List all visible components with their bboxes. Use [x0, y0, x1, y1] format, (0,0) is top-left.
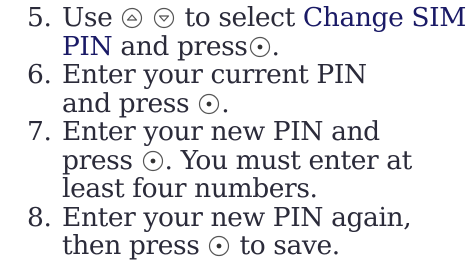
nav-center-icon: [198, 93, 220, 115]
nav-center-icon: [249, 36, 271, 58]
step-7: 7. Enter your new PIN and press . You mu…: [27, 116, 467, 204]
step-text: Enter your new PIN again,: [62, 201, 412, 233]
step-6: 6. Enter your current PIN and press .: [27, 59, 467, 119]
step-text: Use: [62, 2, 113, 33]
step-text: to save.: [239, 230, 340, 261]
nav-center-icon: [208, 235, 230, 257]
step-text: .: [271, 30, 280, 62]
step-text: Enter your new PIN and: [62, 116, 380, 147]
instruction-steps: 5. Use to select Change SIM PIN and pres…: [27, 2, 467, 261]
step-number: 7.: [27, 116, 52, 147]
step-text: .: [221, 87, 230, 119]
step-text: press: [62, 144, 133, 176]
step-text: and press: [120, 30, 248, 62]
step-number: 6.: [27, 59, 52, 90]
nav-up-icon: [121, 7, 143, 29]
step-number: 5.: [27, 2, 52, 33]
nav-center-icon: [142, 150, 164, 172]
step-number: 8.: [27, 201, 52, 233]
nav-down-icon: [153, 7, 175, 29]
step-text: Enter your current PIN: [62, 59, 367, 90]
step-5: 5. Use to select Change SIM PIN and pres…: [27, 2, 467, 62]
step-text: then press: [62, 230, 200, 261]
step-text: to select: [184, 2, 296, 33]
step-text: and press: [62, 87, 190, 119]
step-8: 8. Enter your new PIN again, then press …: [27, 201, 467, 261]
